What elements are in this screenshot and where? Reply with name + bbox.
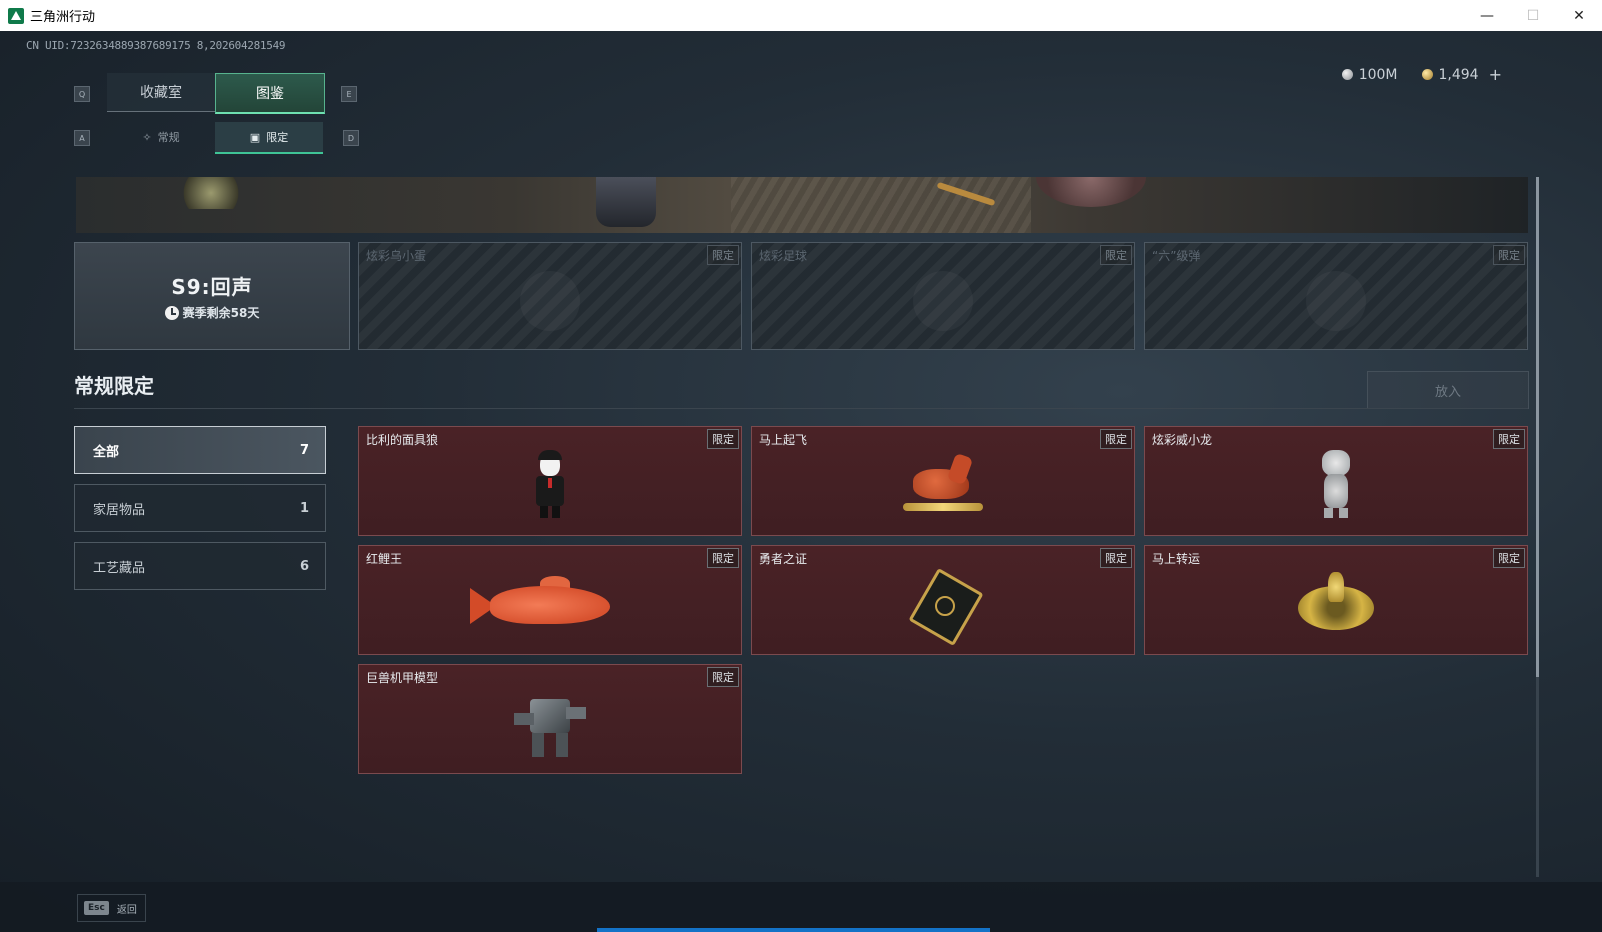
limited-badge: 限定 bbox=[1100, 548, 1132, 568]
limited-badge: 限定 bbox=[707, 245, 739, 265]
currency-bar: 100M 1,494 + bbox=[1341, 65, 1502, 84]
footer-bar bbox=[0, 882, 1602, 932]
currency-gold: 1,494 + bbox=[1421, 65, 1502, 84]
maximize-button[interactable]: ☐ bbox=[1510, 0, 1556, 31]
item-card[interactable]: 马上转运 限定 bbox=[1144, 545, 1528, 655]
limited-badge: 限定 bbox=[1100, 429, 1132, 449]
category-label: 工艺藏品 bbox=[93, 560, 146, 576]
section-divider bbox=[74, 408, 1528, 409]
currency-silver-value: 100M bbox=[1358, 66, 1398, 83]
category-count: 1 bbox=[299, 500, 309, 516]
category-count: 6 bbox=[299, 558, 309, 574]
app-logo-icon bbox=[8, 7, 24, 24]
carp-fish-image bbox=[470, 574, 630, 634]
category-home-items[interactable]: 家居物品 1 bbox=[74, 484, 326, 532]
clock-icon bbox=[164, 305, 179, 320]
season-item-name: “六”级弹 bbox=[1152, 249, 1201, 263]
banner-rug bbox=[731, 177, 1031, 233]
puppet-figure-image bbox=[530, 450, 570, 519]
item-name: 马上起飞 bbox=[759, 433, 808, 447]
category-label: 家居物品 bbox=[93, 502, 146, 518]
limited-icon: ▣ bbox=[249, 130, 261, 144]
dragon-figure-image bbox=[1316, 450, 1356, 520]
item-name: 巨兽机甲模型 bbox=[366, 671, 439, 685]
banner-boots bbox=[596, 177, 656, 227]
subtab-regular[interactable]: ✧ 常规 bbox=[107, 122, 215, 152]
scrollbar-thumb[interactable] bbox=[1536, 177, 1539, 677]
collection-banner-image bbox=[76, 177, 1528, 233]
item-card[interactable]: 勇者之证 限定 bbox=[751, 545, 1135, 655]
horse-statue-image bbox=[903, 453, 983, 515]
tab-collection-room[interactable]: 收藏室 bbox=[107, 73, 215, 112]
limited-badge: 限定 bbox=[1100, 245, 1132, 265]
window-titlebar: 三角洲行动 — ☐ ✕ bbox=[0, 0, 1602, 32]
limited-badge: 限定 bbox=[1493, 245, 1525, 265]
season-card[interactable]: S9:回声 赛季剩余58天 bbox=[74, 242, 350, 350]
put-in-button[interactable]: 放入 bbox=[1367, 371, 1529, 409]
limited-badge: 限定 bbox=[707, 548, 739, 568]
minimize-button[interactable]: — bbox=[1464, 0, 1510, 31]
item-card[interactable]: 炫彩威小龙 限定 bbox=[1144, 426, 1528, 536]
item-name: 炫彩威小龙 bbox=[1152, 433, 1213, 447]
item-card[interactable]: 比利的面具狼 限定 bbox=[358, 426, 742, 536]
category-count: 7 bbox=[299, 442, 309, 458]
gold-coin-icon bbox=[1421, 69, 1433, 80]
item-silhouette bbox=[913, 271, 973, 332]
currency-gold-value: 1,494 bbox=[1438, 66, 1479, 83]
item-silhouette bbox=[520, 271, 580, 332]
season-item-card[interactable]: 炫彩乌小蛋 限定 bbox=[358, 242, 742, 350]
banner-ball bbox=[1036, 177, 1146, 207]
category-crafts[interactable]: 工艺藏品 6 bbox=[74, 542, 326, 590]
item-card[interactable]: 巨兽机甲模型 限定 bbox=[358, 664, 742, 774]
limited-badge: 限定 bbox=[707, 667, 739, 687]
main-tabs: 收藏室 图鉴 bbox=[107, 73, 325, 114]
item-name: 勇者之证 bbox=[759, 552, 808, 566]
season-remaining-text: 赛季剩余58天 bbox=[182, 306, 260, 320]
category-all[interactable]: 全部 7 bbox=[74, 426, 326, 474]
season-item-card[interactable]: “六”级弹 限定 bbox=[1144, 242, 1528, 350]
banner-ornament bbox=[176, 177, 246, 209]
item-silhouette bbox=[1306, 271, 1366, 332]
player-uid: CN UID:7232634889387689175 8,20260428154… bbox=[26, 39, 286, 52]
item-card[interactable]: 马上起飞 限定 bbox=[751, 426, 1135, 536]
sub-tabs: ✧ 常规 ▣ 限定 bbox=[107, 122, 323, 154]
close-button[interactable]: ✕ bbox=[1556, 0, 1602, 31]
subtab-limited-label: 限定 bbox=[266, 131, 289, 144]
item-name: 红鲤王 bbox=[366, 552, 403, 566]
season-item-name: 炫彩足球 bbox=[759, 249, 808, 263]
season-title: S9:回声 bbox=[171, 275, 253, 299]
loading-indicator-bar bbox=[597, 928, 990, 932]
category-label: 全部 bbox=[93, 444, 120, 460]
key-hint-d: D bbox=[343, 130, 359, 146]
currency-silver: 100M bbox=[1341, 66, 1398, 83]
limited-badge: 限定 bbox=[1493, 548, 1525, 568]
regular-icon: ✧ bbox=[142, 130, 152, 144]
season-item-name: 炫彩乌小蛋 bbox=[366, 249, 427, 263]
window-controls: — ☐ ✕ bbox=[1464, 0, 1602, 31]
add-currency-button[interactable]: + bbox=[1489, 65, 1502, 84]
key-hint-e: E bbox=[341, 86, 357, 102]
window-title: 三角洲行动 bbox=[30, 10, 96, 25]
item-name: 马上转运 bbox=[1152, 552, 1201, 566]
item-card[interactable]: 红鲤王 限定 bbox=[358, 545, 742, 655]
esc-key-icon: Esc bbox=[84, 901, 109, 915]
game-viewport: CN UID:7232634889387689175 8,20260428154… bbox=[0, 31, 1602, 932]
badge-card-image bbox=[908, 568, 984, 647]
key-hint-q: Q bbox=[74, 86, 90, 102]
subtab-regular-label: 常规 bbox=[157, 131, 180, 144]
back-button[interactable]: Esc 返回 bbox=[77, 894, 146, 922]
item-name: 比利的面具狼 bbox=[366, 433, 439, 447]
mech-model-image bbox=[510, 689, 590, 758]
silver-coin-icon bbox=[1341, 69, 1353, 80]
limited-badge: 限定 bbox=[707, 429, 739, 449]
subtab-limited[interactable]: ▣ 限定 bbox=[215, 122, 323, 154]
key-hint-a: A bbox=[74, 130, 90, 146]
season-item-card[interactable]: 炫彩足球 限定 bbox=[751, 242, 1135, 350]
season-remaining: 赛季剩余58天 bbox=[164, 304, 260, 321]
limited-badge: 限定 bbox=[1493, 429, 1525, 449]
section-title: 常规限定 bbox=[74, 374, 154, 398]
tab-catalog[interactable]: 图鉴 bbox=[215, 73, 325, 114]
golden-compass-image bbox=[1296, 572, 1376, 636]
back-label: 返回 bbox=[116, 904, 137, 916]
